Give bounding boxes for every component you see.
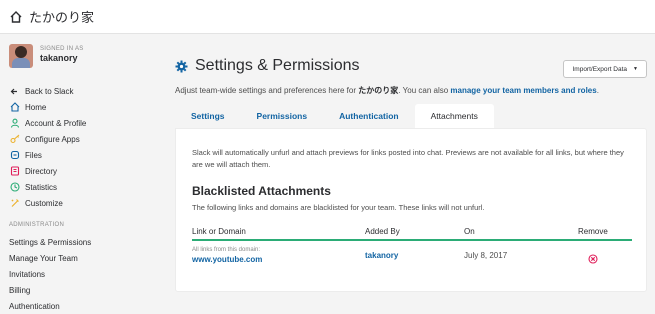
sidebar-item-label: Customize: [25, 198, 63, 208]
key-icon: [9, 134, 20, 145]
sidebar-item-label: Home: [25, 102, 47, 112]
tab-permissions[interactable]: Permissions: [241, 104, 324, 128]
subtitle-mid: . You can also: [398, 86, 451, 95]
sidebar-item-home[interactable]: Home: [9, 99, 86, 115]
username: takanory: [40, 53, 78, 63]
domain-hint: All links from this domain:: [192, 247, 261, 253]
subtitle-prefix: Adjust team-wide settings and preference…: [175, 86, 359, 95]
section-description: The following links and domains are blac…: [192, 203, 485, 212]
subtitle-team: たかのり家: [358, 86, 399, 95]
header-link-or-domain: Link or Domain: [192, 227, 246, 236]
domain-link[interactable]: www.youtube.com: [192, 255, 262, 264]
sidebar-item-customize[interactable]: Customize: [9, 195, 86, 211]
table-row: All links from this domain: www.youtube.…: [192, 247, 632, 271]
attachments-description: Slack will automatically unfurl and atta…: [192, 148, 624, 169]
sidebar: SIGNED IN AS takanory Back to Slack Home…: [0, 35, 160, 312]
header-added-by: Added By: [365, 227, 400, 236]
tab-attachments[interactable]: Attachments: [414, 104, 494, 128]
admin-item-invitations[interactable]: Invitations: [9, 266, 91, 282]
sidebar-item-statistics[interactable]: Statistics: [9, 179, 86, 195]
signed-in-label: SIGNED IN AS: [40, 46, 84, 52]
page-subtitle: Adjust team-wide settings and preference…: [175, 85, 599, 96]
team-name[interactable]: たかのり家: [29, 7, 94, 26]
home-icon[interactable]: [9, 10, 23, 24]
sidebar-item-label: Account & Profile: [25, 118, 87, 128]
avatar: [9, 44, 33, 68]
attachments-panel: Slack will automatically unfurl and atta…: [175, 128, 647, 292]
added-on-date: July 8, 2017: [464, 251, 508, 260]
home-icon: [9, 102, 20, 113]
customize-icon: [9, 198, 20, 209]
profile: SIGNED IN AS takanory: [9, 44, 84, 68]
sidebar-item-label: Statistics: [25, 182, 58, 192]
remove-icon[interactable]: [588, 251, 598, 264]
sidebar-item-back-to-slack[interactable]: Back to Slack: [9, 83, 86, 99]
caret-down-icon: ▼: [633, 66, 638, 72]
settings-tabs: Settings Permissions Authentication Atta…: [175, 104, 647, 128]
sidebar-item-label: Back to Slack: [25, 86, 74, 96]
page-header: Settings & Permissions Import/Export Dat…: [175, 57, 647, 78]
section-title: Blacklisted Attachments: [192, 184, 331, 198]
import-export-label: Import/Export Data: [572, 65, 628, 73]
admin-item-settings-permissions[interactable]: Settings & Permissions: [9, 234, 91, 250]
arrow-left-icon: [9, 86, 20, 97]
header-remove: Remove: [578, 227, 608, 236]
subtitle-end: .: [596, 86, 599, 95]
sidebar-nav: Back to Slack Home Account & Profile Con…: [9, 83, 86, 211]
sidebar-item-label: Configure Apps: [25, 134, 80, 144]
gear-icon: [175, 60, 188, 73]
tab-authentication[interactable]: Authentication: [323, 104, 415, 128]
sidebar-item-label: Directory: [25, 166, 58, 176]
directory-icon: [9, 166, 20, 177]
admin-nav: Settings & Permissions Manage Your Team …: [9, 234, 91, 314]
header-on: On: [464, 227, 475, 236]
manage-team-link[interactable]: manage your team members and roles: [450, 86, 596, 95]
sidebar-item-account-profile[interactable]: Account & Profile: [9, 115, 86, 131]
table-header: Link or Domain Added By On Remove: [192, 227, 632, 241]
admin-heading: ADMINISTRATION: [9, 222, 65, 228]
sidebar-item-directory[interactable]: Directory: [9, 163, 86, 179]
tab-settings[interactable]: Settings: [175, 104, 241, 128]
admin-item-manage-team[interactable]: Manage Your Team: [9, 250, 91, 266]
sidebar-item-label: Files: [25, 150, 42, 160]
page-title: Settings & Permissions: [195, 57, 360, 74]
statistics-icon: [9, 182, 20, 193]
files-icon: [9, 150, 20, 161]
sidebar-item-configure-apps[interactable]: Configure Apps: [9, 131, 86, 147]
import-export-button[interactable]: Import/Export Data ▼: [563, 60, 647, 78]
top-bar: たかのり家: [0, 0, 655, 34]
admin-item-billing[interactable]: Billing: [9, 282, 91, 298]
sidebar-item-files[interactable]: Files: [9, 147, 86, 163]
user-icon: [9, 118, 20, 129]
added-by-link[interactable]: takanory: [365, 251, 398, 260]
